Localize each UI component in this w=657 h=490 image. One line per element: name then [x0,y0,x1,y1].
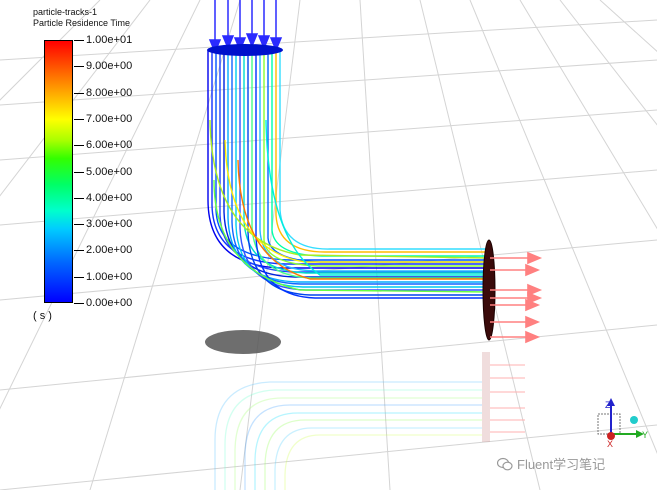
axis-x-label: X [607,439,613,448]
particle-tracks[interactable] [207,50,491,299]
triad-box [597,413,621,435]
legend-unit: ( s ) [33,310,52,322]
axis-triad[interactable]: Z Y X [590,396,650,448]
track-line [211,50,490,265]
colorbar-tick [74,250,84,252]
colorbar-tick-label: 3.00e+00 [86,218,133,231]
colorbar-tick [74,66,84,68]
track-line [207,50,490,269]
colorbar-tick-label: 8.00e+00 [86,86,133,99]
track-line [275,50,490,253]
axis-y-label: Y [642,430,648,440]
colorbar-tick-label: 5.00e+00 [86,165,133,178]
colorbar-tick-label: 1.00e+00 [86,270,133,283]
colorbar-tick-label: 2.00e+00 [86,244,133,257]
tracks-reflection [214,352,490,490]
colorbar-tick-label: 4.00e+00 [86,191,133,204]
colorbar-tick [74,40,84,41]
colorbar-tick [74,276,84,278]
track-line [243,50,490,274]
track-line [279,50,490,250]
colorbar-tick-label: 6.00e+00 [86,139,133,152]
track-line [263,50,490,267]
colorbar-tick [74,224,84,226]
wechat-icon [497,457,513,470]
legend-subtitle: Particle Residence Time [33,18,131,28]
colorbar-tick-label: 7.00e+00 [86,112,133,125]
inlet-velocity-arrows [207,0,283,56]
colorbar-tick [74,92,84,94]
colorbar [44,40,73,303]
light-source-icon [630,416,638,424]
colorbar-tick [74,118,84,120]
track-line [267,50,490,263]
colormap-legend: particle-tracks-1 Particle Residence Tim… [0,0,160,330]
watermark: Fluent学习笔记 [497,454,605,473]
colorbar-tick-label: 1.00e+01 [86,34,133,46]
track-line [255,50,490,299]
colorbar-tick [74,171,84,173]
colorbar-tick [74,145,84,147]
outlet-arrows-reflection [490,364,525,433]
watermark-text: Fluent学习笔记 [517,457,606,472]
axis-z-label: Z [605,400,611,410]
track-line [251,50,490,279]
colorbar-tick [74,197,84,199]
floor-shadow [205,330,281,354]
track-line [215,50,490,261]
outlet-velocity-arrows [490,251,543,344]
colorbar-tick-label: 0.00e+00 [86,297,133,309]
colorbar-tick [74,303,84,304]
legend-title: particle-tracks-1 [33,7,98,17]
colorbar-tick-label: 9.00e+00 [86,60,133,73]
